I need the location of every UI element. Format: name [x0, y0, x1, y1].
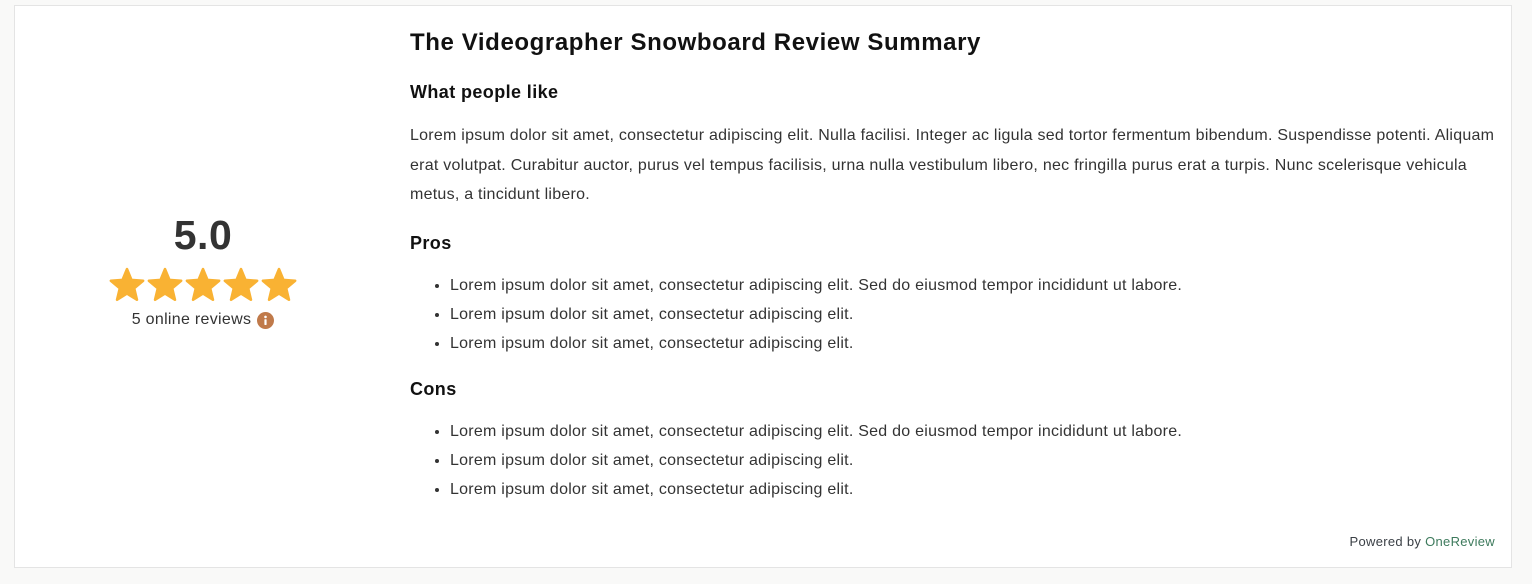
star-icon — [109, 267, 145, 303]
cons-list-item: Lorem ipsum dolor sit amet, consectetur … — [450, 475, 1495, 504]
star-rating — [15, 267, 391, 305]
star-icon — [223, 267, 259, 303]
pros-list-item: Lorem ipsum dolor sit amet, consectetur … — [450, 271, 1495, 300]
cons-list-item: Lorem ipsum dolor sit amet, consectetur … — [450, 446, 1495, 475]
star-icon — [147, 267, 183, 303]
rating-value: 5.0 — [173, 212, 233, 258]
rating-block: 5.0 5 online reviews — [15, 211, 391, 329]
like-text: Lorem ipsum dolor sit amet, consectetur … — [410, 127, 1495, 203]
onereview-link[interactable]: OneReview — [1425, 534, 1495, 549]
summary-content: The Videographer Snowboard Review Summar… — [410, 26, 1495, 504]
powered-by: Powered by OneReview — [1350, 534, 1495, 549]
powered-by-prefix: Powered by — [1349, 534, 1422, 549]
cons-heading: Cons — [410, 378, 457, 399]
pros-list-item: Lorem ipsum dolor sit amet, consectetur … — [450, 300, 1495, 329]
star-icon — [261, 267, 297, 303]
cons-list-item: Lorem ipsum dolor sit amet, consectetur … — [450, 417, 1495, 446]
star-icon — [185, 267, 221, 303]
reviews-count-label: 5 online reviews — [131, 311, 252, 328]
review-summary-card: 5.0 5 online reviews The Videographer Sn… — [14, 5, 1512, 568]
cons-list: Lorem ipsum dolor sit amet, consectetur … — [410, 417, 1495, 504]
reviews-count-line: 5 online reviews — [15, 311, 391, 329]
info-icon[interactable] — [257, 311, 275, 329]
pros-list: Lorem ipsum dolor sit amet, consectetur … — [410, 271, 1495, 358]
summary-title: The Videographer Snowboard Review Summar… — [410, 29, 981, 56]
pros-list-item: Lorem ipsum dolor sit amet, consectetur … — [450, 329, 1495, 358]
like-heading: What people like — [410, 82, 559, 102]
pros-heading: Pros — [410, 232, 452, 253]
rating-panel: 5.0 5 online reviews — [15, 6, 391, 567]
